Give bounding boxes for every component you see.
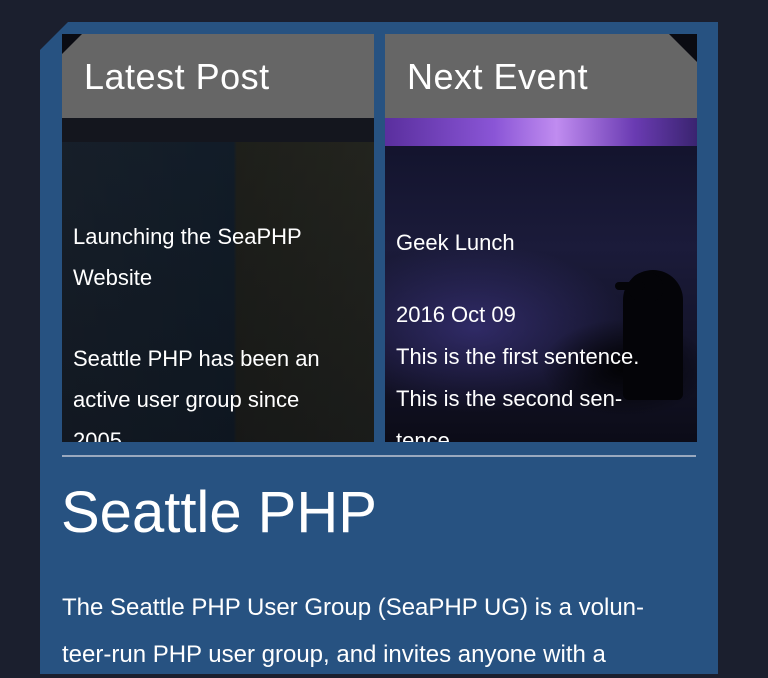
latest-post-title[interactable]: Launching the SeaPHP Website xyxy=(73,216,363,298)
thumbnail-strip xyxy=(62,118,374,142)
next-event-heading: Next Event xyxy=(385,34,697,118)
next-event-title[interactable]: Geek Lunch xyxy=(396,222,515,263)
latest-post-title-line2: Website xyxy=(73,265,153,290)
latest-post-card[interactable]: Latest Post Launching the SeaPHP Website… xyxy=(62,34,374,442)
latest-post-title-line1: Launching the SeaPHP xyxy=(73,224,302,249)
next-event-desc-line2: This is the second sen- xyxy=(396,386,623,411)
latest-post-excerpt: Seattle PHP has been an active user grou… xyxy=(73,338,365,442)
latest-post-excerpt-line3: 2005 xyxy=(73,428,122,442)
stage-light-glow xyxy=(385,118,697,146)
intro-paragraph: The Seattle PHP User Group (SeaPHP UG) i… xyxy=(62,584,702,678)
next-event-desc-line3: tence. xyxy=(396,428,456,442)
latest-post-excerpt-line2: active user group since xyxy=(73,387,300,412)
intro-line1: The Seattle PHP User Group (SeaPHP UG) i… xyxy=(62,594,645,621)
page-title: Seattle PHP xyxy=(61,480,377,545)
next-event-date: 2016 Oct 09 xyxy=(396,302,516,327)
next-event-desc-line1: This is the first sentence. xyxy=(396,344,640,369)
dj-silhouette-cap xyxy=(615,282,645,290)
intro-line2: teer-run PHP user group, and invites any… xyxy=(62,641,606,668)
next-event-card[interactable]: Next Event Geek Lunch 2016 Oct 09 This i… xyxy=(385,34,697,442)
latest-post-excerpt-line1: Seattle PHP has been an xyxy=(73,346,320,371)
section-divider xyxy=(62,455,696,457)
latest-post-heading: Latest Post xyxy=(62,34,374,118)
next-event-description: This is the first sentence. This is the … xyxy=(396,336,688,442)
